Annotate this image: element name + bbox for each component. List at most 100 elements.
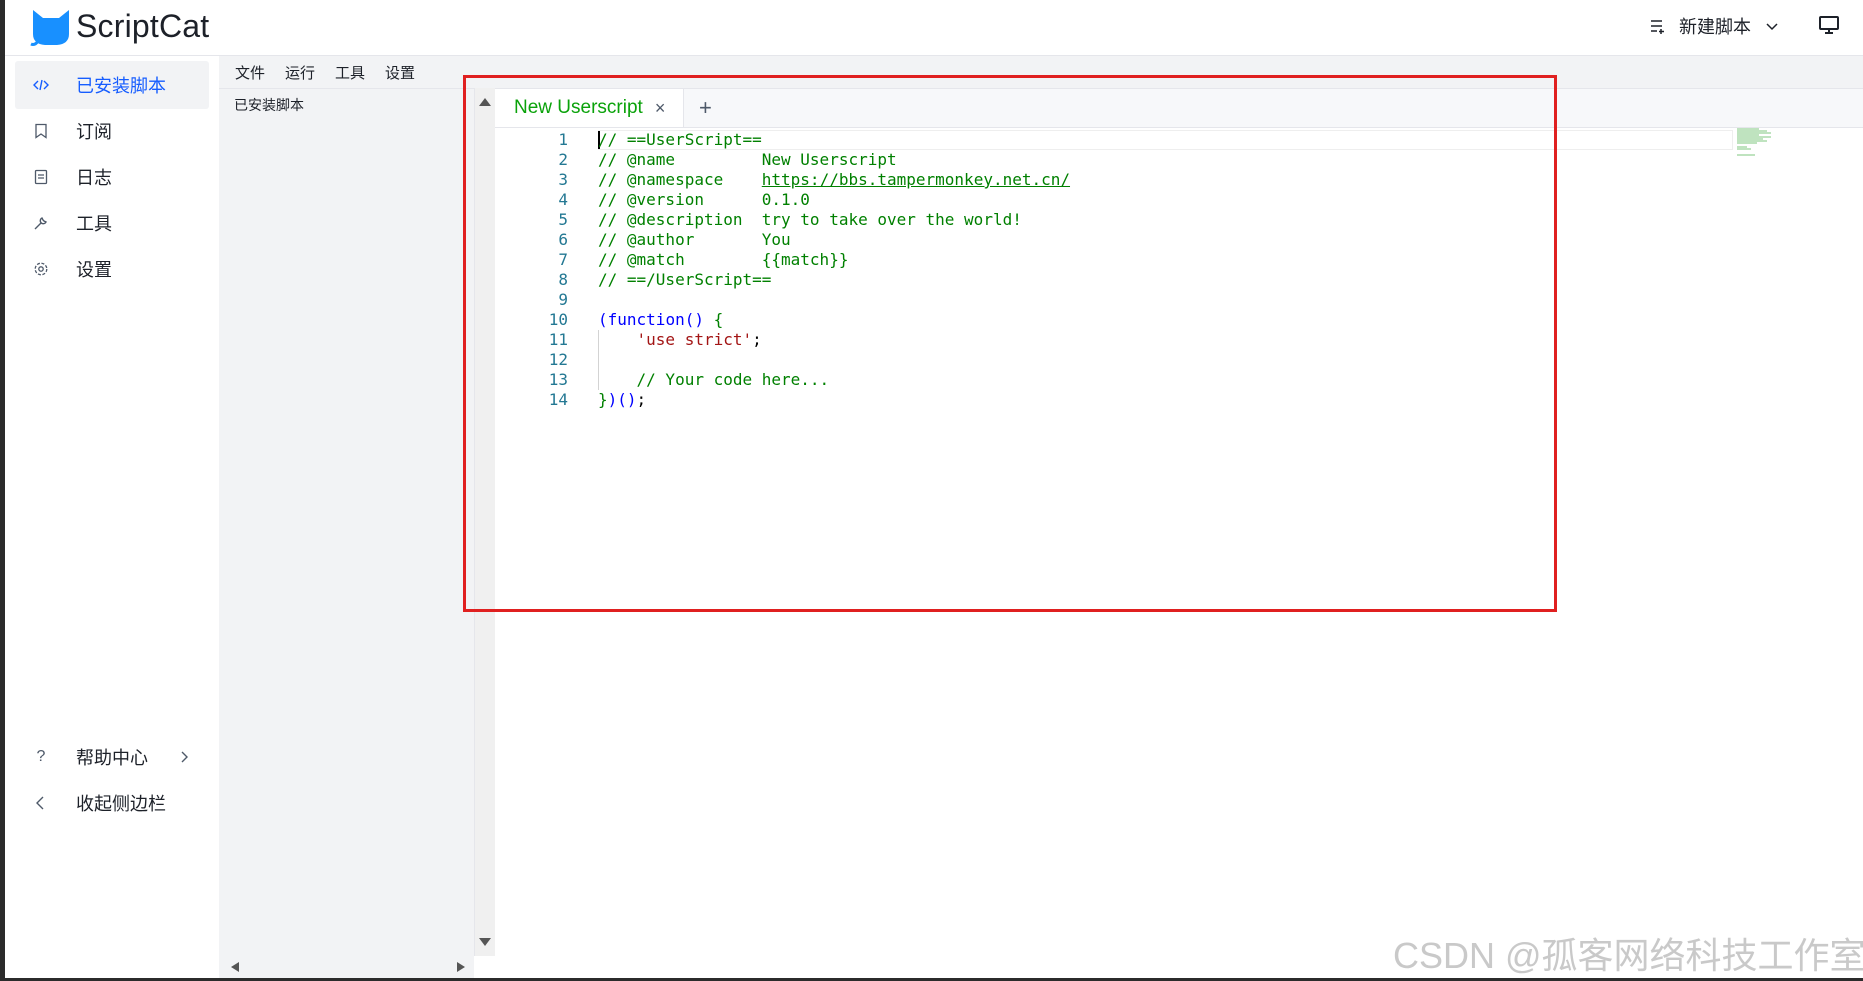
- code-line[interactable]: 3 // @namespace https://bbs.tampermonkey.…: [495, 170, 1735, 190]
- code-line[interactable]: 10 (function() {: [495, 310, 1735, 330]
- scroll-left-arrow-icon[interactable]: [231, 962, 239, 972]
- sidebar-item-logs[interactable]: 日志: [15, 153, 209, 201]
- code-token: }: [598, 390, 608, 409]
- minimap-line: [1737, 148, 1751, 150]
- code-lines[interactable]: 1 // ==UserScript== 2 // @name New Userscri…: [495, 130, 1735, 530]
- sidebar-collapse[interactable]: 收起侧边栏: [15, 779, 209, 827]
- code-line[interactable]: 4 // @version 0.1.0: [495, 190, 1735, 210]
- code-line[interactable]: 8 // ==/UserScript==: [495, 270, 1735, 290]
- line-content: })();: [598, 390, 646, 410]
- code-line[interactable]: 11 'use strict';: [495, 330, 1735, 350]
- sidebar-item-subscriptions[interactable]: 订阅: [15, 107, 209, 155]
- line-number: 13: [548, 370, 568, 389]
- scroll-right-arrow-icon[interactable]: [457, 962, 465, 972]
- code-token: function: [607, 310, 685, 329]
- line-number: 8: [558, 270, 568, 289]
- line-number: 12: [548, 350, 568, 369]
- list-add-icon: [1651, 20, 1664, 34]
- sidebar: 已安装脚本 订阅 日志 工具 设置 ? 帮助中心 收起侧边栏: [5, 56, 214, 978]
- editor-tab[interactable]: New Userscript ×: [495, 89, 684, 127]
- line-content: // @name New Userscript: [598, 150, 897, 170]
- code-token: // ==UserScript==: [598, 130, 762, 149]
- panel-title: 已安装脚本: [234, 97, 304, 113]
- editor-tab-bar: New Userscript × +: [495, 89, 1863, 128]
- code-line[interactable]: 9: [495, 290, 1735, 310]
- app-header: ScriptCat 新建脚本: [5, 0, 1863, 56]
- minimap-line: [1737, 154, 1755, 156]
- chevron-right-icon: [181, 751, 188, 763]
- sidebar-item-label: 已安装脚本: [76, 76, 166, 96]
- add-tab-button[interactable]: +: [699, 95, 712, 121]
- menu-file[interactable]: 文件: [235, 62, 265, 83]
- line-content: // @author You: [598, 230, 791, 250]
- document-icon: [34, 169, 48, 185]
- line-content: // ==UserScript==: [598, 130, 762, 150]
- question-icon: ?: [36, 748, 46, 765]
- code-token: // ==/UserScript==: [598, 270, 772, 289]
- code-token: // @namespace: [598, 170, 762, 189]
- code-token: // @match {{match}}: [598, 250, 849, 269]
- line-number: 7: [558, 250, 568, 269]
- code-line[interactable]: 14})();: [495, 390, 1735, 410]
- line-content: // @version 0.1.0: [598, 190, 810, 210]
- code-line[interactable]: 6 // @author You: [495, 230, 1735, 250]
- code-token: )(): [607, 390, 637, 409]
- close-icon[interactable]: ×: [655, 98, 666, 119]
- new-script-label: 新建脚本: [1679, 17, 1751, 37]
- collapse-sidebar-label: 收起侧边栏: [76, 794, 166, 814]
- line-number: 10: [548, 310, 568, 329]
- code-token: // @version 0.1.0: [598, 190, 810, 209]
- line-content: 'use strict';: [598, 330, 762, 350]
- watermark: CSDN @孤客网络科技工作室: [1393, 935, 1863, 976]
- panel-vertical-scrollbar[interactable]: [474, 88, 495, 956]
- code-icon: [33, 79, 49, 91]
- code-token: ;: [752, 330, 762, 349]
- code-token: https://bbs.tampermonkey.net.cn/: [761, 170, 1071, 189]
- sidebar-item-label: 工具: [76, 214, 112, 234]
- menu-settings[interactable]: 设置: [385, 62, 415, 83]
- monitor-icon[interactable]: [1817, 13, 1841, 37]
- sidebar-item-installed-scripts[interactable]: 已安装脚本: [15, 61, 209, 109]
- cat-logo-icon: [30, 10, 69, 46]
- scroll-down-arrow-icon[interactable]: [479, 938, 491, 946]
- code-line[interactable]: 1 // ==UserScript==: [495, 130, 1735, 150]
- code-line[interactable]: 13 // Your code here...: [495, 370, 1735, 390]
- panel-horizontal-scrollbar[interactable]: [219, 956, 474, 978]
- code-token: // @name New Userscript: [598, 150, 897, 169]
- line-number: 3: [558, 170, 568, 189]
- sidebar-item-settings[interactable]: 设置: [15, 245, 209, 293]
- editor-minimap[interactable]: [1735, 128, 1795, 158]
- code-line[interactable]: 7 // @match {{match}}: [495, 250, 1735, 270]
- help-center-label: 帮助中心: [76, 748, 148, 768]
- code-token: // @description try to take over the wor…: [598, 210, 1022, 229]
- line-number: 6: [558, 230, 568, 249]
- indent-guide: [598, 350, 599, 370]
- line-number: 5: [558, 210, 568, 229]
- line-number: 4: [558, 190, 568, 209]
- code-token: // Your code here...: [636, 370, 830, 389]
- line-content: // Your code here...: [598, 370, 830, 390]
- chevron-left-icon: [36, 796, 44, 810]
- menu-run[interactable]: 运行: [285, 62, 315, 83]
- editor-menu-bar: 文件 运行 工具 设置: [219, 56, 1863, 89]
- code-line[interactable]: 2 // @name New Userscript: [495, 150, 1735, 170]
- sidebar-item-tools[interactable]: 工具: [15, 199, 209, 247]
- code-line[interactable]: 5 // @description try to take over the wo…: [495, 210, 1735, 230]
- line-content: // @namespace https://bbs.tampermonkey.n…: [598, 170, 1070, 190]
- menu-tools[interactable]: 工具: [335, 62, 365, 83]
- code-token: // @author You: [598, 230, 791, 249]
- line-content: // ==/UserScript==: [598, 270, 771, 290]
- app-logo[interactable]: ScriptCat: [29, 4, 209, 48]
- code-line[interactable]: 12: [495, 350, 1735, 370]
- gear-icon: [34, 262, 48, 276]
- code-token: 'use strict': [636, 330, 753, 349]
- scroll-up-arrow-icon[interactable]: [479, 98, 491, 106]
- current-line-highlight: [598, 130, 1733, 150]
- code-token: ;: [636, 390, 647, 409]
- tab-label: New Userscript: [514, 97, 643, 118]
- sidebar-help-center[interactable]: ? 帮助中心: [15, 733, 209, 781]
- line-content: // @description try to take over the wor…: [598, 210, 1022, 230]
- new-script-dropdown[interactable]: 新建脚本: [1649, 12, 1779, 40]
